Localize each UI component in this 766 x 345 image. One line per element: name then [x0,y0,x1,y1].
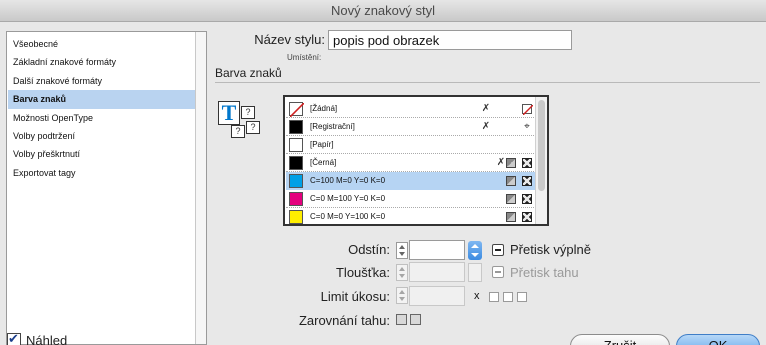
weight-input[interactable] [409,262,465,282]
process-color-icon [506,194,516,204]
swatch-scrollbar[interactable] [535,97,547,224]
none-swatch-icon [289,102,305,118]
process-color-icon [506,176,516,186]
category-list: Všeobecné Základní znakové formáty Další… [8,35,197,182]
style-name-input[interactable] [328,30,572,50]
window-title: Nový znakový styl [0,0,766,22]
overprint-fill-label: Přetisk výplně [510,242,591,257]
overprint-stroke-checkbox[interactable] [492,266,504,278]
swatch-row-black[interactable]: [Černá] ✗ [286,154,536,172]
swatch-label: [Černá] [310,158,337,167]
no-edit-icon: ✗ [496,157,506,168]
swatch-list: [Žádná] ✗ [Registrační] ✗ ⌖ [Papír] [Čer… [283,95,549,226]
weight-stepper[interactable] [396,264,408,281]
swatch-label: C=100 M=0 Y=0 K=0 [310,176,386,185]
preview-checkbox[interactable] [7,331,21,345]
category-general[interactable]: Všeobecné [8,35,197,53]
swatch-label: [Papír] [310,140,334,149]
registration-icon: ⌖ [524,121,530,132]
category-opentype[interactable]: Možnosti OpenType [8,109,197,127]
round-join-icon[interactable] [503,292,513,302]
stroke-unknown-icon-2[interactable]: ? [246,121,260,134]
cmyk-mode-icon [522,212,532,222]
cyan-swatch-chip [289,174,303,188]
category-strikethrough[interactable]: Volby přeškrtnutí [8,145,197,163]
category-export-tags[interactable]: Exportovat tagy [8,164,197,182]
miter-input[interactable] [409,286,465,306]
section-title: Barva znaků [215,66,282,80]
style-name-label: Název stylu: [254,32,325,47]
swatch-row-magenta[interactable]: C=0 M=100 Y=0 K=0 [286,190,536,208]
swatch-label: [Žádná] [310,104,338,113]
none-color-icon [522,104,534,116]
swatch-row-paper[interactable]: [Papír] [286,136,536,154]
yellow-swatch-chip [289,210,303,224]
tint-dropdown[interactable] [468,241,482,260]
miter-limit-label: Limit úkosu: [320,289,390,304]
location-label: Umístění: [287,53,322,62]
fill-unknown-icon[interactable]: ? [241,106,255,119]
category-basic-formats[interactable]: Základní znakové formáty [8,53,197,71]
preview-label: Náhled [26,333,68,345]
miter-stepper[interactable] [396,287,408,304]
stroke-unknown-icon[interactable]: ? [231,125,245,138]
category-character-color[interactable]: Barva znaků [8,90,197,109]
cancel-button[interactable]: Zrušit [570,334,670,345]
category-underline[interactable]: Volby podtržení [8,127,197,145]
miter-join-icon[interactable] [489,292,499,302]
align-outside-icon[interactable] [410,314,421,325]
black-swatch-chip [289,156,303,170]
cmyk-mode-icon [522,158,532,168]
swatch-label: [Registrační] [310,122,355,131]
weight-label: Tloušťka: [335,265,390,280]
ok-button[interactable]: OK [676,334,760,345]
tint-label: Odstín: [348,242,390,257]
section-divider [215,82,760,83]
stroke-align-label: Zarovnání tahu: [298,313,390,328]
swatch-label: C=0 M=100 Y=0 K=0 [310,194,386,203]
paper-swatch-chip [289,138,303,152]
overprint-fill-checkbox[interactable] [492,244,504,256]
cmyk-mode-icon [522,194,532,204]
overprint-stroke-label: Přetisk tahu [510,265,579,280]
process-color-icon [506,212,516,222]
no-edit-icon: ✗ [481,121,491,132]
swatch-row-cyan[interactable]: C=100 M=0 Y=0 K=0 [286,172,536,190]
category-advanced-formats[interactable]: Další znakové formáty [8,72,197,90]
registration-swatch-chip [289,120,303,134]
cmyk-mode-icon [522,176,532,186]
tint-input[interactable] [409,240,465,260]
text-fill-icon[interactable]: T [218,101,240,125]
no-edit-icon: ✗ [481,103,491,114]
weight-dropdown[interactable] [468,263,482,282]
process-color-icon [506,158,516,168]
align-center-icon[interactable] [396,314,407,325]
magenta-swatch-chip [289,192,303,206]
category-list-panel: Všeobecné Základní znakové formáty Další… [6,31,207,345]
swatch-label: C=0 M=0 Y=100 K=0 [310,212,386,221]
tint-stepper[interactable] [396,242,408,259]
bevel-join-icon[interactable] [517,292,527,302]
swatch-scroll-thumb[interactable] [538,100,545,191]
swatch-row-yellow[interactable]: C=0 M=0 Y=100 K=0 [286,208,536,224]
category-list-scrollbar[interactable] [195,32,206,344]
miter-x-label: x [474,290,480,302]
swatch-row-registration[interactable]: [Registrační] ✗ ⌖ [286,118,536,136]
swatch-row-none[interactable]: [Žádná] ✗ [286,100,536,118]
